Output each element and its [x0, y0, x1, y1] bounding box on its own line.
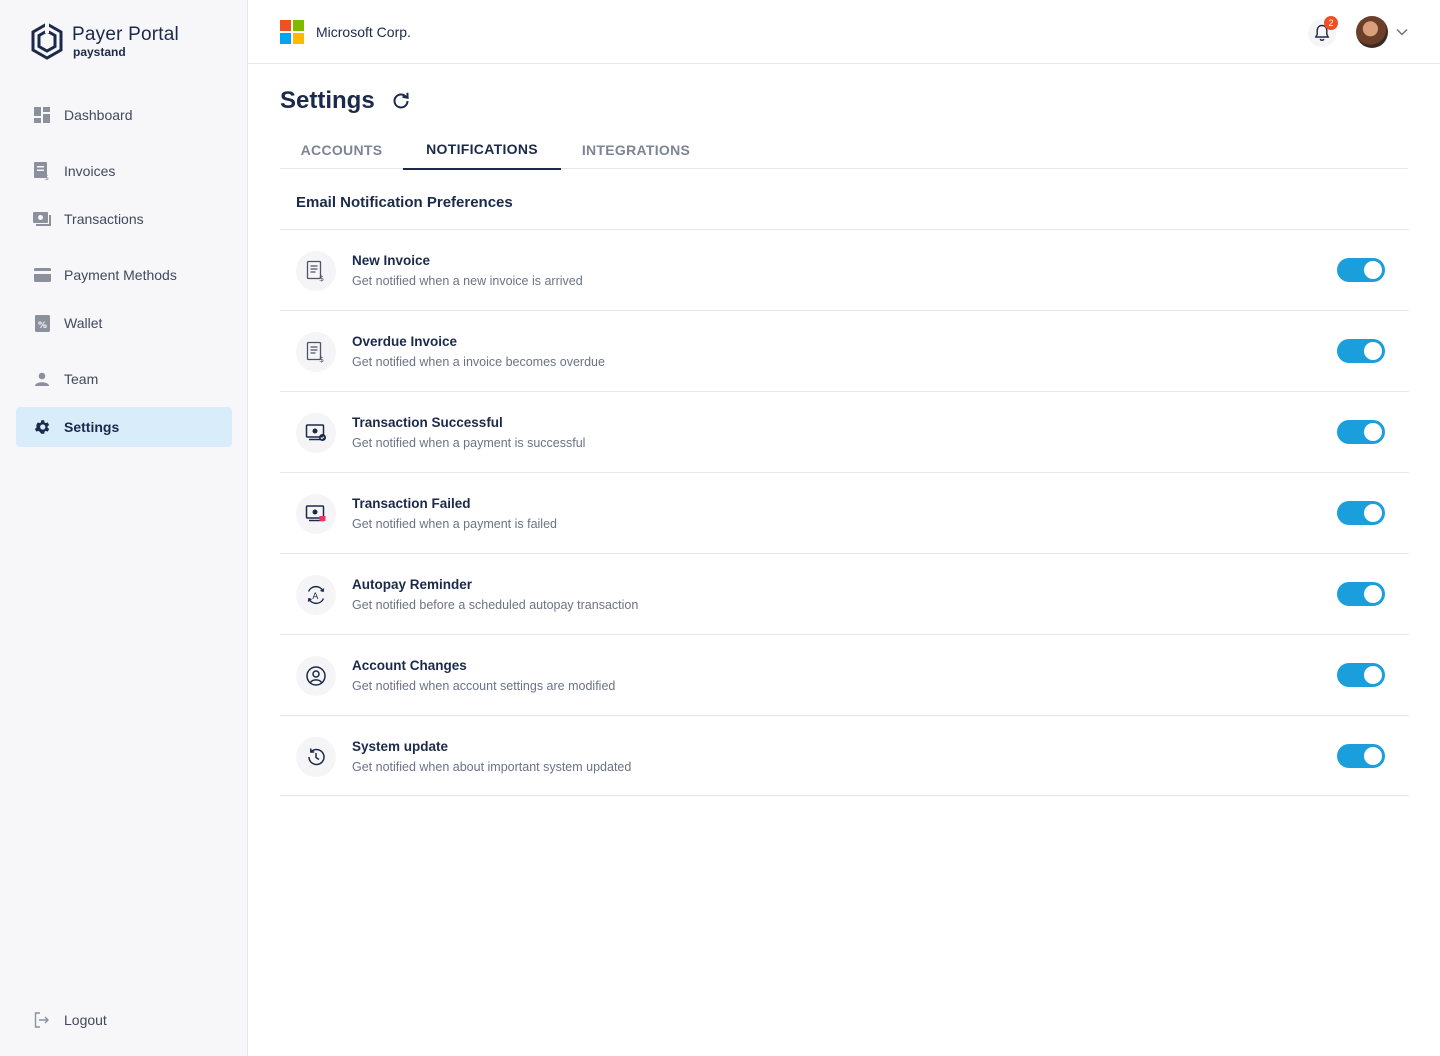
brand-title: Payer Portal — [72, 24, 179, 45]
refresh-icon[interactable] — [391, 91, 411, 111]
account-changes-toggle[interactable] — [1337, 663, 1385, 687]
preference-row: Account Changes Get notified when accoun… — [280, 634, 1409, 715]
system-update-toggle[interactable] — [1337, 744, 1385, 768]
transaction-successful-toggle[interactable] — [1337, 420, 1385, 444]
preference-row: System update Get notified when about im… — [280, 715, 1409, 796]
invoice-icon: $ — [296, 332, 336, 372]
toggle-knob — [1364, 747, 1382, 765]
preference-title: New Invoice — [352, 253, 431, 268]
svg-text:$: $ — [319, 274, 324, 282]
preference-description: Get notified when about important system… — [352, 760, 632, 774]
notification-count-badge: 2 — [1324, 16, 1338, 30]
brand-subtitle: paystand — [73, 45, 126, 59]
autopay-reminder-toggle[interactable] — [1337, 582, 1385, 606]
preference-description: Get notified when a payment is successfu… — [352, 436, 586, 450]
sidebar-item-label: Invoices — [64, 163, 116, 179]
toggle-knob — [1364, 342, 1382, 360]
svg-text:$: $ — [44, 173, 49, 180]
sidebar-item-settings[interactable]: Settings — [16, 407, 232, 447]
svg-text:$: $ — [319, 355, 324, 363]
toggle-knob — [1364, 261, 1382, 279]
settings-tabs: ACCOUNTS NOTIFICATIONS INTEGRATIONS — [280, 130, 1408, 170]
preference-title: Transaction Successful — [352, 415, 503, 430]
preference-title: Autopay Reminder — [352, 577, 473, 592]
sidebar-item-transactions[interactable]: Transactions — [16, 199, 232, 239]
preference-description: Get notified when account settings are m… — [352, 679, 616, 693]
payment-success-icon — [296, 413, 336, 453]
preference-title: Overdue Invoice — [352, 334, 458, 349]
preference-row: Transaction Failed Get notified when a p… — [280, 472, 1409, 553]
account-circle-icon — [296, 656, 336, 696]
sidebar: Payer Portal paystand Dashboard $ Invoic… — [0, 0, 248, 1056]
company-selector[interactable]: Microsoft Corp. — [280, 20, 411, 44]
preference-row: Transaction Successful Get notified when… — [280, 391, 1409, 472]
credit-card-icon — [33, 266, 51, 284]
sidebar-item-label: Transactions — [64, 211, 144, 227]
preference-description: Get notified before a scheduled autopay … — [352, 598, 639, 612]
logout-label: Logout — [64, 1012, 107, 1028]
history-icon — [296, 737, 336, 777]
tab-integrations[interactable]: INTEGRATIONS — [561, 130, 711, 169]
toggle-knob — [1364, 504, 1382, 522]
payment-failed-icon — [296, 494, 336, 534]
preference-title: Transaction Failed — [352, 496, 471, 511]
microsoft-logo-icon — [280, 20, 304, 44]
overdue-invoice-toggle[interactable] — [1337, 339, 1385, 363]
paystand-logo-icon — [31, 22, 63, 60]
transaction-failed-toggle[interactable] — [1337, 501, 1385, 525]
chevron-down-icon[interactable] — [1394, 24, 1410, 40]
brand[interactable]: Payer Portal paystand — [30, 22, 179, 60]
notifications-button[interactable]: 2 — [1308, 16, 1338, 48]
sidebar-item-dashboard[interactable]: Dashboard — [16, 95, 232, 135]
new-invoice-toggle[interactable] — [1337, 258, 1385, 282]
preference-row: A Autopay Reminder Get notified before a… — [280, 553, 1409, 634]
sidebar-item-wallet[interactable]: % Wallet — [16, 303, 232, 343]
company-name: Microsoft Corp. — [316, 24, 411, 40]
dashboard-icon — [33, 106, 51, 124]
preference-title: Account Changes — [352, 658, 467, 673]
preference-title: System update — [352, 739, 449, 754]
preference-description: Get notified when a payment is failed — [352, 517, 557, 531]
preference-description: Get notified when a new invoice is arriv… — [352, 274, 583, 288]
svg-text:A: A — [312, 592, 319, 602]
toggle-knob — [1364, 585, 1382, 603]
toggle-knob — [1364, 666, 1382, 684]
topbar: Microsoft Corp. 2 — [248, 0, 1440, 64]
sidebar-item-invoices[interactable]: $ Invoices — [16, 151, 232, 191]
sidebar-item-label: Dashboard — [64, 107, 133, 123]
avatar[interactable] — [1356, 16, 1388, 48]
sidebar-item-team[interactable]: Team — [16, 359, 232, 399]
sidebar-item-payment-methods[interactable]: Payment Methods — [16, 255, 232, 295]
sidebar-item-label: Wallet — [64, 315, 103, 331]
preference-description: Get notified when a invoice becomes over… — [352, 355, 605, 369]
svg-text:%: % — [38, 321, 47, 331]
person-icon — [33, 370, 51, 388]
autopay-icon: A — [296, 575, 336, 615]
toggle-knob — [1364, 423, 1382, 441]
page-title: Settings — [280, 87, 375, 114]
sidebar-item-label: Settings — [64, 419, 120, 435]
invoice-icon: $ — [33, 162, 51, 180]
wallet-icon: % — [33, 314, 51, 332]
logout-button[interactable]: Logout — [16, 1000, 232, 1040]
gear-icon — [33, 418, 51, 436]
preference-row: $ New Invoice Get notified when a new in… — [280, 229, 1409, 310]
tab-notifications[interactable]: NOTIFICATIONS — [403, 130, 561, 170]
sidebar-item-label: Team — [64, 371, 99, 387]
notification-preferences-list: $ New Invoice Get notified when a new in… — [280, 229, 1409, 796]
invoice-icon: $ — [296, 251, 336, 291]
preference-row: $ Overdue Invoice Get notified when a in… — [280, 310, 1409, 391]
tab-accounts[interactable]: ACCOUNTS — [280, 130, 403, 169]
logout-icon — [33, 1011, 51, 1029]
sidebar-item-label: Payment Methods — [64, 267, 177, 283]
transactions-icon — [33, 210, 51, 228]
section-title: Email Notification Preferences — [296, 194, 513, 211]
